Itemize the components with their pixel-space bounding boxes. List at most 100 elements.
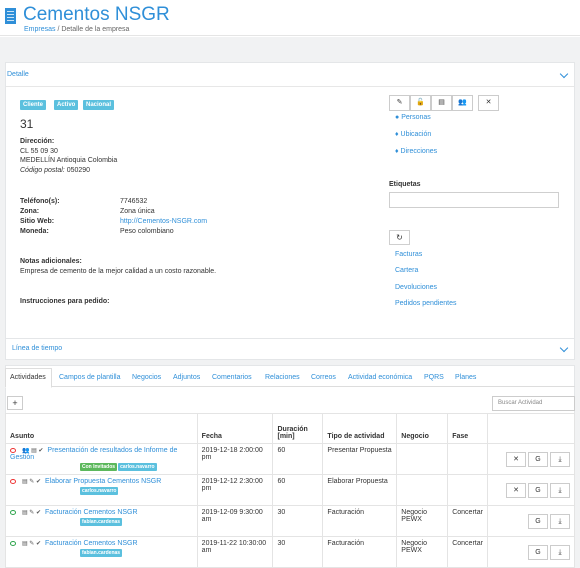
column-header-negocio[interactable]: Negocio bbox=[396, 413, 449, 444]
tab-pqrs[interactable]: PQRS bbox=[424, 374, 444, 381]
status-icon bbox=[10, 540, 16, 546]
status-icon bbox=[10, 447, 16, 453]
google-calendar-button[interactable]: G bbox=[528, 482, 548, 498]
delete-activity-button[interactable]: ✕ bbox=[506, 451, 526, 467]
tab-actividades[interactable]: Actividades bbox=[10, 374, 46, 381]
cell-subject: ▤ ✎ ✔ Facturación Cementos NSGR fabian.c… bbox=[5, 536, 198, 568]
address-label: Dirección: bbox=[20, 138, 55, 145]
web-link[interactable]: http://Cementos-NSGR.com bbox=[120, 218, 207, 225]
unlock-button[interactable]: 🔓 bbox=[410, 95, 431, 111]
link-pedidos-pendientes[interactable]: Pedidos pendientes bbox=[395, 300, 457, 307]
breadcrumb-link-empresas[interactable]: Empresas bbox=[24, 26, 56, 33]
column-header-fecha[interactable]: Fecha bbox=[196, 413, 274, 444]
download-button[interactable]: ⤓ bbox=[550, 513, 570, 529]
activity-tags: Con Invitados carlos.navarro bbox=[80, 463, 193, 471]
delete-button[interactable]: ✕ bbox=[478, 95, 499, 111]
cell-duration: 30 bbox=[272, 536, 324, 568]
users-button[interactable]: 👥 bbox=[452, 95, 473, 111]
link-facturas[interactable]: Facturas bbox=[395, 251, 422, 258]
tab-actividad-economica[interactable]: Actividad económica bbox=[348, 374, 412, 381]
phone-value: 7746532 bbox=[120, 198, 148, 205]
link-direcciones[interactable]: ♦ Direcciones bbox=[395, 148, 437, 155]
column-header-tipo[interactable]: Tipo de actividad bbox=[322, 413, 398, 444]
cell-actions: ✕ G ⤓ bbox=[487, 474, 575, 506]
cell-subject: 👥 ▤ ✔ Presentación de resultados de Info… bbox=[5, 443, 198, 475]
status-icon bbox=[10, 478, 16, 484]
download-button[interactable]: ⤓ bbox=[550, 482, 570, 498]
column-header-actions bbox=[487, 413, 575, 444]
cell-phase bbox=[447, 474, 489, 506]
activity-search-input[interactable]: Buscar Actividad bbox=[492, 396, 575, 411]
cell-type: Facturación bbox=[322, 536, 398, 568]
pin-icon: ♦ bbox=[395, 148, 399, 155]
table-row[interactable]: ▤ ✎ ✔ Elaborar Propuesta Cementos NSGR c… bbox=[5, 474, 575, 506]
activity-tag: fabian.cardenas bbox=[80, 518, 123, 526]
activity-tag: Con Invitados bbox=[80, 463, 118, 471]
cell-duration: 30 bbox=[272, 505, 324, 537]
link-personas-label: Personas bbox=[401, 114, 431, 121]
link-devoluciones[interactable]: Devoluciones bbox=[395, 284, 437, 291]
activity-tags: fabian.cardenas bbox=[80, 549, 193, 557]
link-ubicacion[interactable]: ♦ Ubicación bbox=[395, 131, 431, 138]
activity-tag: carlos.navarro bbox=[80, 487, 119, 495]
tab-negocios[interactable]: Negocios bbox=[132, 374, 161, 381]
link-personas[interactable]: ● Personas bbox=[395, 114, 431, 121]
cell-actions: G ⤓ bbox=[487, 505, 575, 537]
tab-planes[interactable]: Planes bbox=[455, 374, 476, 381]
action-toolbar: ✎ 🔓 ▤ 👥 ✕ bbox=[389, 95, 499, 111]
activity-subject-link[interactable]: Facturación Cementos NSGR bbox=[45, 540, 138, 547]
cell-duration: 60 bbox=[272, 443, 324, 475]
add-activity-button[interactable]: + bbox=[7, 396, 23, 410]
timeline-card bbox=[5, 338, 575, 360]
tab-relaciones[interactable]: Relaciones bbox=[265, 374, 300, 381]
breadcrumb: Empresas / Detalle de la empresa bbox=[24, 26, 129, 33]
detail-card-title[interactable]: Detalle bbox=[7, 71, 29, 78]
timeline-card-title[interactable]: Línea de tiempo bbox=[12, 345, 62, 352]
cell-subject: ▤ ✎ ✔ Facturación Cementos NSGR fabian.c… bbox=[5, 505, 198, 537]
building-icon bbox=[5, 8, 16, 24]
pin-icon: ♦ bbox=[395, 131, 399, 138]
notes-value: Empresa de cemento de la mejor calidad a… bbox=[20, 268, 217, 275]
card-button[interactable]: ▤ bbox=[431, 95, 452, 111]
tab-campos-de-plantilla[interactable]: Campos de plantilla bbox=[59, 374, 120, 381]
download-button[interactable]: ⤓ bbox=[550, 451, 570, 467]
table-row[interactable]: ▤ ✎ ✔ Facturación Cementos NSGR fabian.c… bbox=[5, 505, 575, 537]
refresh-button[interactable]: ↻ bbox=[389, 230, 410, 245]
google-calendar-button[interactable]: G bbox=[528, 451, 548, 467]
badge-cliente: Cliente bbox=[20, 100, 47, 110]
activities-table: Asunto Fecha Duración [min] Tipo de acti… bbox=[5, 413, 575, 568]
download-button[interactable]: ⤓ bbox=[550, 544, 570, 560]
zone-label: Zona: bbox=[20, 208, 40, 215]
tab-correos[interactable]: Correos bbox=[311, 374, 336, 381]
cell-date: 2019-12-09 9:30:00 am bbox=[196, 505, 274, 537]
link-ubicacion-label: Ubicación bbox=[400, 131, 432, 138]
cell-business bbox=[396, 474, 449, 506]
cell-date: 2019-12-12 2:30:00 pm bbox=[196, 474, 274, 506]
badge-activo: Activo bbox=[54, 100, 79, 110]
link-cartera[interactable]: Cartera bbox=[395, 267, 418, 274]
notes-label: Notas adicionales: bbox=[20, 258, 82, 265]
google-calendar-button[interactable]: G bbox=[528, 544, 548, 560]
tab-adjuntos[interactable]: Adjuntos bbox=[173, 374, 200, 381]
table-row[interactable]: 👥 ▤ ✔ Presentación de resultados de Info… bbox=[5, 443, 575, 475]
column-header-duracion[interactable]: Duración [min] bbox=[272, 413, 324, 444]
tab-comentarios[interactable]: Comentarios bbox=[212, 374, 252, 381]
activity-tag: carlos.navarro bbox=[118, 463, 157, 471]
table-row[interactable]: ▤ ✎ ✔ Facturación Cementos NSGR fabian.c… bbox=[5, 536, 575, 568]
cell-duration: 60 bbox=[272, 474, 324, 506]
delete-activity-button[interactable]: ✕ bbox=[506, 482, 526, 498]
person-icon: ● bbox=[395, 114, 400, 121]
edit-button[interactable]: ✎ bbox=[389, 95, 410, 111]
currency-value: Peso colombiano bbox=[120, 228, 174, 235]
cell-business: Negocio PEWX bbox=[396, 505, 449, 537]
currency-label: Moneda: bbox=[20, 228, 49, 235]
tags-input[interactable] bbox=[389, 192, 559, 208]
cell-date: 2019-11-22 10:30:00 am bbox=[196, 536, 274, 568]
cell-phase: Concertar bbox=[447, 536, 489, 568]
activity-subject-link[interactable]: Facturación Cementos NSGR bbox=[45, 509, 138, 516]
column-header-fase[interactable]: Fase bbox=[447, 413, 489, 444]
activity-subject-link[interactable]: Elaborar Propuesta Cementos NSGR bbox=[45, 478, 161, 485]
column-header-asunto[interactable]: Asunto bbox=[5, 413, 198, 444]
google-calendar-button[interactable]: G bbox=[528, 513, 548, 529]
cell-type: Presentar Propuesta bbox=[322, 443, 398, 475]
